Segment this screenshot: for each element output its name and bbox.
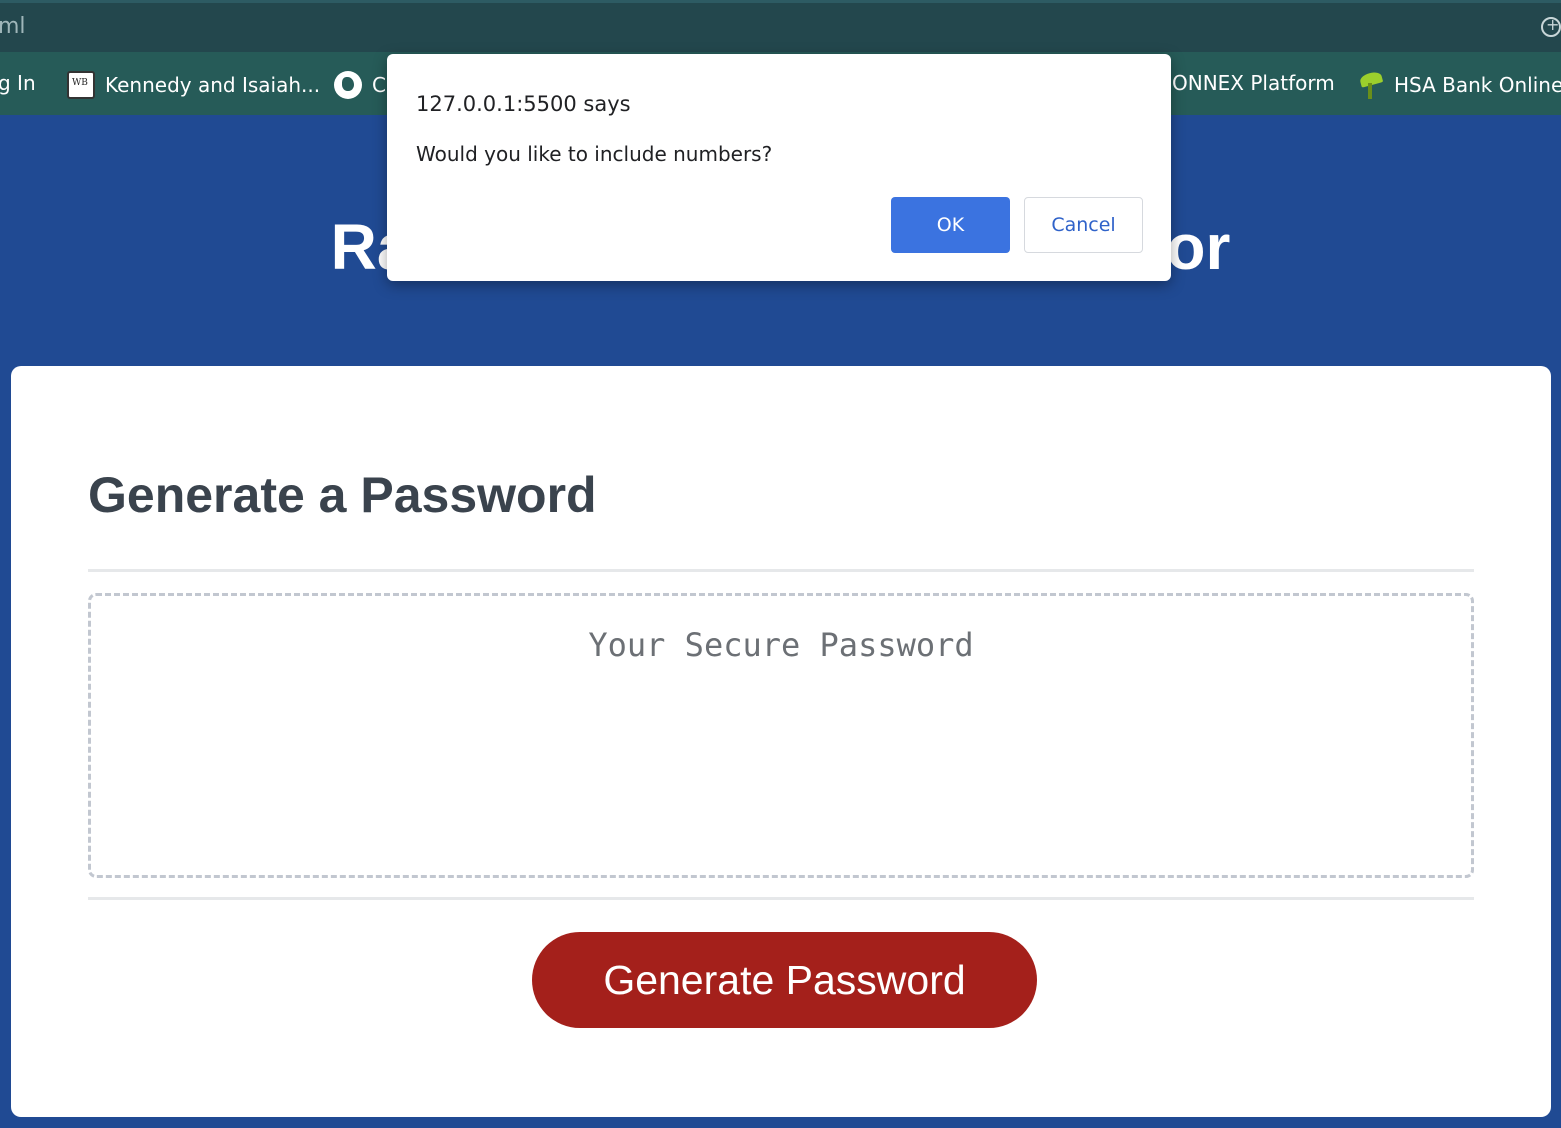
dialog-message: Would you like to include numbers?: [416, 142, 773, 166]
bookmark-hsa-bank[interactable]: HSA Bank Online: [1356, 71, 1561, 99]
card-title: Generate a Password: [88, 467, 597, 523]
url-text[interactable]: ml: [0, 14, 26, 39]
bookmark-log-in[interactable]: g In: [0, 71, 36, 95]
divider: [88, 569, 1474, 572]
dialog-origin: 127.0.0.1:5500 says: [416, 92, 631, 116]
cancel-button[interactable]: Cancel: [1024, 197, 1143, 253]
zoom-icon[interactable]: [1541, 15, 1561, 37]
palm-tree-icon: [1356, 71, 1384, 99]
wb-logo-icon: [67, 71, 95, 99]
password-output[interactable]: Your Secure Password: [88, 593, 1474, 878]
password-card: Generate a Password Your Secure Password…: [11, 366, 1551, 1117]
globe-icon: [334, 71, 362, 99]
bookmark-c[interactable]: C: [334, 71, 386, 99]
bookmark-onnex-platform[interactable]: ONNEX Platform: [1172, 71, 1335, 95]
password-placeholder: Your Secure Password: [588, 626, 974, 664]
bookmark-label: C: [372, 73, 386, 97]
generate-password-button[interactable]: Generate Password: [532, 932, 1037, 1028]
address-bar[interactable]: ml: [0, 0, 1561, 52]
bookmark-label: g In: [0, 71, 36, 95]
ok-button[interactable]: OK: [891, 197, 1010, 253]
divider: [88, 897, 1474, 900]
bookmark-label: Kennedy and Isaiah...: [105, 73, 321, 97]
bookmark-label: ONNEX Platform: [1172, 71, 1335, 95]
confirm-dialog: 127.0.0.1:5500 says Would you like to in…: [387, 54, 1171, 281]
bookmark-label: HSA Bank Online: [1394, 73, 1561, 97]
bookmark-kennedy-isaiah[interactable]: Kennedy and Isaiah...: [67, 71, 320, 99]
